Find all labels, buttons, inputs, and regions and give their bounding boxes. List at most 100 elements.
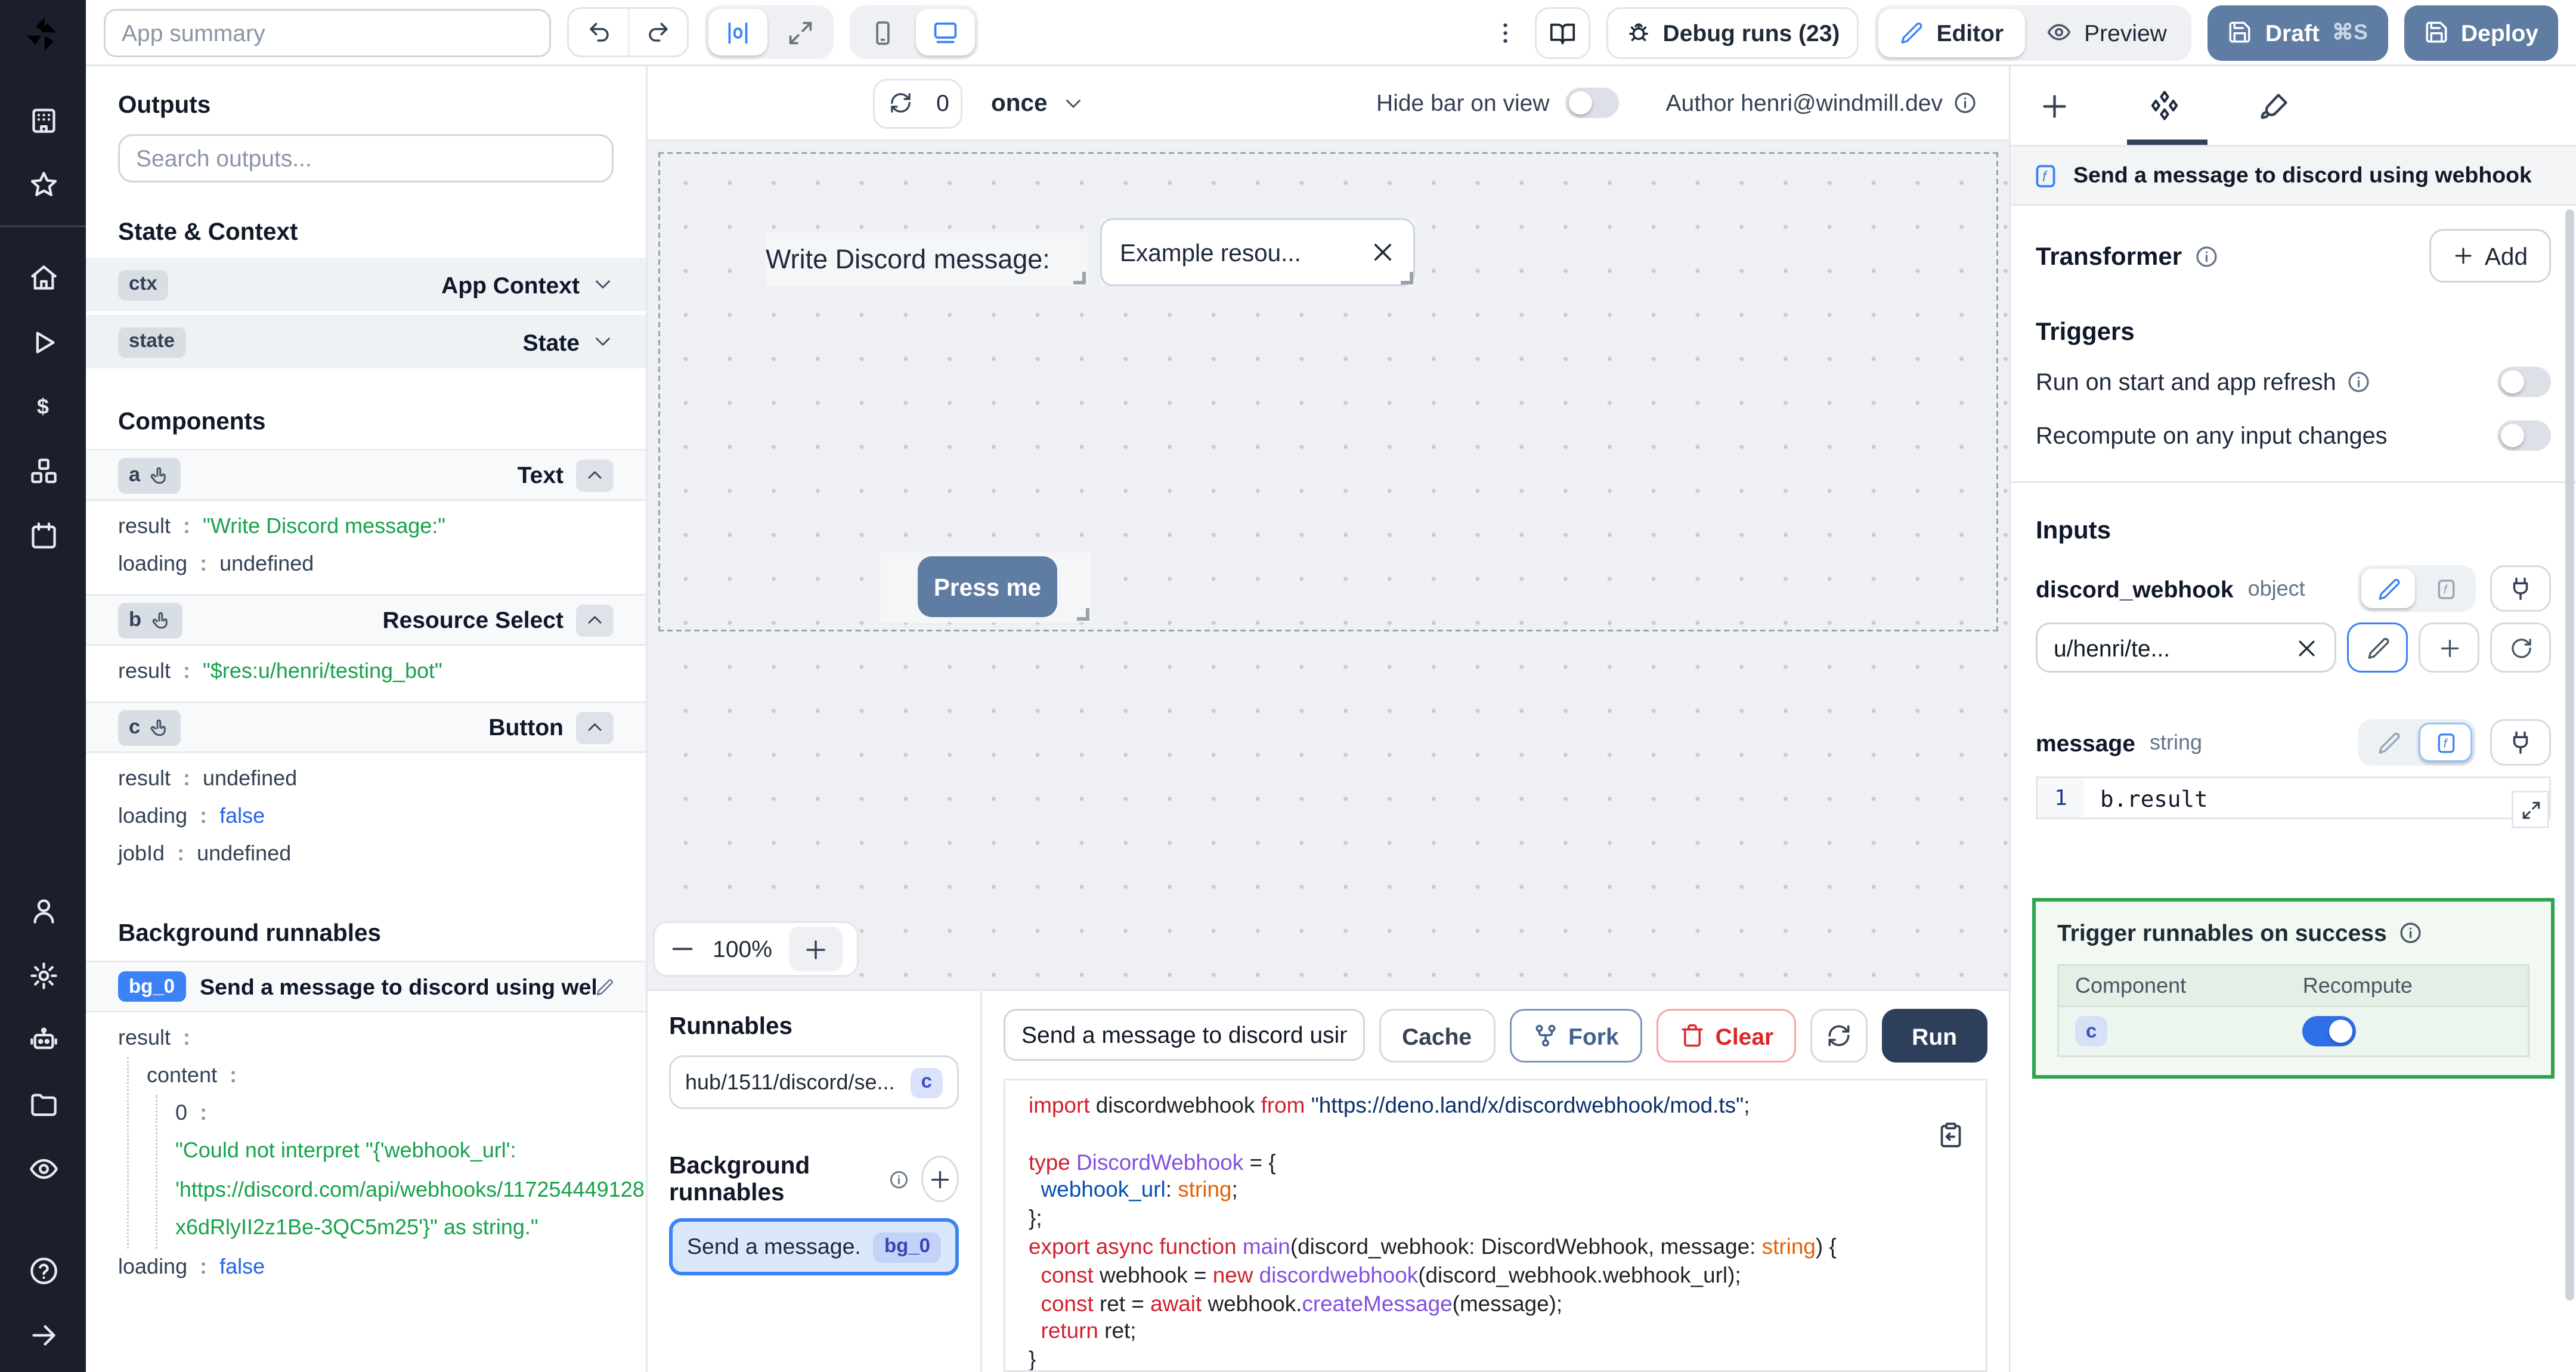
- more-menu-button[interactable]: [1491, 19, 1518, 46]
- code-line[interactable]: type DiscordWebhook = {: [1029, 1150, 1986, 1178]
- component-header-b[interactable]: b Resource Select: [86, 594, 646, 646]
- redo-button[interactable]: [628, 9, 687, 55]
- tab-add-component[interactable]: [2039, 91, 2070, 121]
- sidebar-calendar-button[interactable]: [28, 521, 58, 551]
- script-name-input[interactable]: [1004, 1009, 1365, 1061]
- app-summary-input[interactable]: [104, 8, 551, 57]
- sidebar-home-button[interactable]: [28, 263, 58, 293]
- eval-mode-button[interactable]: f: [2419, 569, 2472, 608]
- undo-redo-group: [567, 7, 689, 57]
- reload-script-button[interactable]: [1811, 1009, 1868, 1063]
- sidebar-arrow-right-button[interactable]: [28, 1320, 58, 1351]
- debug-runs-button[interactable]: Debug runs (23): [1605, 6, 1860, 58]
- chev-up-icon: [585, 465, 605, 485]
- sidebar-star-button[interactable]: [28, 170, 58, 200]
- tab-styling[interactable]: [2259, 91, 2290, 121]
- fork-button[interactable]: Fork: [1509, 1009, 1642, 1063]
- mobile-view-toggle[interactable]: [853, 9, 912, 55]
- canvas-refresh-button[interactable]: [875, 91, 925, 114]
- add-background-runnable-button[interactable]: [921, 1156, 959, 1202]
- sidebar-cubes-button[interactable]: [28, 456, 58, 487]
- run-button[interactable]: Run: [1881, 1009, 1987, 1063]
- connect-input-button[interactable]: [2490, 565, 2551, 612]
- static-mode-button[interactable]: [2361, 723, 2415, 762]
- schedule-dropdown[interactable]: once: [991, 89, 1083, 116]
- resource-value-input[interactable]: u/henri/te...: [2036, 622, 2336, 673]
- component-header-c[interactable]: c Button: [86, 701, 646, 753]
- code-line[interactable]: [1029, 1121, 1986, 1149]
- static-mode-button[interactable]: [2361, 569, 2415, 608]
- resource-select-input[interactable]: Example resou...: [1100, 218, 1415, 286]
- fullscreen-layout-toggle[interactable]: [771, 9, 830, 55]
- clear-selection-icon[interactable]: [1370, 240, 1395, 265]
- refresh-resource-button[interactable]: [2490, 622, 2551, 673]
- sidebar-folder-button[interactable]: [28, 1089, 58, 1120]
- sidebar-robot-button[interactable]: [28, 1025, 58, 1055]
- code-line[interactable]: };: [1029, 1206, 1986, 1234]
- code-line[interactable]: import discordwebhook from "https://deno…: [1029, 1093, 1986, 1121]
- eval-mode-button[interactable]: f: [2419, 723, 2472, 762]
- state-row-state[interactable]: state State: [86, 315, 646, 368]
- tab-editor[interactable]: Editor: [1879, 8, 2026, 57]
- connect-input-button[interactable]: [2490, 719, 2551, 766]
- message-expression-editor[interactable]: 1 b.result: [2036, 776, 2551, 828]
- tab-components[interactable]: [2148, 89, 2181, 122]
- tab-preview[interactable]: Preview: [2025, 8, 2188, 57]
- zoom-out-button[interactable]: [669, 936, 696, 962]
- desktop-view-toggle[interactable]: [916, 9, 975, 55]
- hide-bar-toggle[interactable]: [1565, 88, 1620, 118]
- clear-resource-icon[interactable]: [2295, 636, 2318, 659]
- code-line[interactable]: return ret;: [1029, 1319, 1986, 1347]
- component-header-a[interactable]: a Text: [86, 449, 646, 501]
- zoom-in-button[interactable]: [789, 927, 843, 971]
- sidebar-gear-button[interactable]: [28, 961, 58, 991]
- deploy-button[interactable]: Deploy: [2403, 4, 2558, 60]
- trigger-toggle[interactable]: [2497, 366, 2551, 397]
- sidebar-eye-button[interactable]: [28, 1154, 58, 1184]
- recompute-toggle[interactable]: [2302, 1016, 2357, 1046]
- collapse-button[interactable]: [576, 603, 614, 636]
- sidebar-user-button[interactable]: [28, 896, 58, 927]
- app-canvas[interactable]: Write Discord message: Example resou... …: [648, 141, 2009, 989]
- bg-runnable-item-selected[interactable]: Send a message... bg_0: [669, 1218, 959, 1275]
- edit-resource-button[interactable]: [2347, 622, 2408, 673]
- docs-button[interactable]: [1534, 6, 1590, 58]
- sidebar-play-button[interactable]: [28, 327, 58, 358]
- resize-handle[interactable]: [1077, 608, 1089, 621]
- inspector-scrollbar[interactable]: [2565, 209, 2574, 1300]
- add-resource-button[interactable]: [2419, 622, 2479, 673]
- sidebar-dollar-button[interactable]: $: [28, 392, 58, 422]
- cache-button[interactable]: Cache: [1379, 1009, 1496, 1063]
- column-component: Component: [2075, 973, 2187, 998]
- windmill-logo[interactable]: [0, 0, 86, 66]
- resize-handle[interactable]: [1401, 272, 1413, 284]
- center-layout-toggle[interactable]: [708, 9, 767, 55]
- text-component[interactable]: Write Discord message:: [766, 233, 1088, 286]
- sidebar-help-button[interactable]: [28, 1256, 58, 1286]
- copy-code-icon[interactable]: [1937, 1122, 1964, 1148]
- code-editor[interactable]: import discordwebhook from "https://deno…: [1004, 1079, 1987, 1372]
- clear-button[interactable]: Clear: [1656, 1009, 1797, 1063]
- code-line[interactable]: webhook_url: string;: [1029, 1178, 1986, 1206]
- runnable-script-item[interactable]: hub/1511/discord/se... c: [669, 1055, 959, 1109]
- code-line[interactable]: }: [1029, 1348, 1986, 1370]
- search-outputs-input[interactable]: [118, 134, 614, 182]
- code-line[interactable]: const webhook = new discordwebhook(disco…: [1029, 1262, 1986, 1290]
- collapse-button[interactable]: [576, 711, 614, 744]
- code-line[interactable]: const ret = await webhook.createMessage(…: [1029, 1291, 1986, 1319]
- trigger-toggle[interactable]: [2497, 419, 2551, 450]
- resize-handle[interactable]: [1073, 272, 1086, 284]
- button-component: Press me: [880, 553, 1091, 622]
- add-transformer-button[interactable]: Add: [2429, 229, 2551, 283]
- bg-runnable-header[interactable]: bg_0 Send a message to discord using web…: [86, 961, 646, 1012]
- undo-button[interactable]: [569, 9, 628, 55]
- state-row-ctx[interactable]: ctx App Context: [86, 258, 646, 311]
- refresh-count: 0: [936, 89, 949, 116]
- author-info-icon[interactable]: [1953, 91, 1977, 114]
- sidebar-building-button[interactable]: [28, 106, 58, 136]
- press-me-button[interactable]: Press me: [918, 556, 1057, 617]
- expand-editor-button[interactable]: [2512, 791, 2549, 828]
- collapse-button[interactable]: [576, 459, 614, 491]
- code-line[interactable]: export async function main(discord_webho…: [1029, 1234, 1986, 1262]
- draft-button[interactable]: Draft ⌘S: [2207, 4, 2388, 60]
